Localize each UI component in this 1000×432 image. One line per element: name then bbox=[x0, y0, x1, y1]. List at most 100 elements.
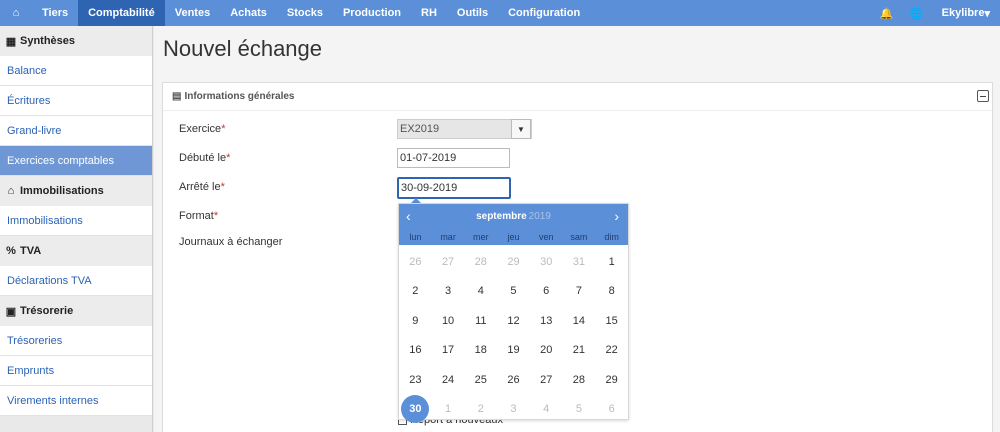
format-label: Format* bbox=[179, 210, 218, 222]
day-cell[interactable]: 17 bbox=[432, 336, 465, 366]
day-number: 23 bbox=[409, 373, 422, 386]
nav-item-ventes[interactable]: Ventes bbox=[165, 0, 220, 26]
day-cell[interactable]: 27 bbox=[432, 247, 465, 277]
day-cell[interactable]: 12 bbox=[497, 306, 530, 336]
sidebar-item-balance[interactable]: Balance bbox=[0, 56, 152, 86]
panel-header: ▤ Informations générales bbox=[163, 83, 992, 111]
user-menu[interactable]: Ekylibre ▾ bbox=[932, 0, 1000, 26]
sidebar-section-title: Synthèses bbox=[20, 35, 76, 47]
sidebar: ▦ Synthèses Balance Écritures Grand-livr… bbox=[0, 26, 153, 432]
day-number: 6 bbox=[543, 285, 550, 298]
nav-item-configuration[interactable]: Configuration bbox=[498, 0, 590, 26]
day-cell[interactable]: 16 bbox=[399, 336, 432, 366]
home-icon[interactable]: ⌂ bbox=[0, 0, 32, 26]
required-mark: * bbox=[226, 152, 231, 164]
day-cell[interactable]: 4 bbox=[464, 277, 497, 307]
nav-item-achats[interactable]: Achats bbox=[220, 0, 277, 26]
day-cell[interactable]: 31 bbox=[563, 247, 596, 277]
collapse-button[interactable] bbox=[977, 90, 989, 102]
day-cell[interactable]: 14 bbox=[563, 306, 596, 336]
nav-item-outils[interactable]: Outils bbox=[447, 0, 498, 26]
day-cell[interactable]: 10 bbox=[432, 306, 465, 336]
day-number: 4 bbox=[543, 403, 550, 416]
sidebar-item-grand-livre[interactable]: Grand-livre bbox=[0, 116, 152, 146]
day-cell[interactable]: 3 bbox=[497, 395, 530, 425]
dropdown-arrow-icon[interactable]: ▼ bbox=[511, 119, 531, 139]
day-number: 15 bbox=[605, 314, 618, 327]
day-cell[interactable]: 20 bbox=[530, 336, 563, 366]
sidebar-item-virements-internes[interactable]: Virements internes bbox=[0, 386, 152, 416]
day-cell[interactable]: 1 bbox=[432, 395, 465, 425]
minus-icon bbox=[980, 95, 986, 97]
arrete-date-input[interactable]: 30-09-2019 bbox=[397, 177, 511, 199]
book-icon: ▤ bbox=[172, 91, 182, 102]
day-cell-selected[interactable]: 30 bbox=[399, 395, 432, 425]
exercice-select[interactable]: EX2019 ▼ bbox=[397, 119, 532, 139]
exercice-value: EX2019 bbox=[400, 123, 440, 135]
day-cell[interactable]: 26 bbox=[497, 365, 530, 395]
day-cell[interactable]: 7 bbox=[563, 277, 596, 307]
nav-item-comptabilite[interactable]: Comptabilité bbox=[78, 0, 165, 26]
day-number: 22 bbox=[605, 344, 618, 357]
day-number: 16 bbox=[409, 344, 422, 357]
day-cell[interactable]: 27 bbox=[530, 365, 563, 395]
sidebar-item-tresoreries[interactable]: Trésoreries bbox=[0, 326, 152, 356]
day-cell[interactable]: 13 bbox=[530, 306, 563, 336]
day-cell[interactable]: 19 bbox=[497, 336, 530, 366]
chevron-right-icon[interactable]: › bbox=[614, 208, 619, 224]
day-number: 5 bbox=[575, 403, 582, 416]
day-number: 26 bbox=[507, 373, 520, 386]
day-cell[interactable]: 1 bbox=[595, 247, 628, 277]
nav-item-stocks[interactable]: Stocks bbox=[277, 0, 333, 26]
day-cell[interactable]: 29 bbox=[497, 247, 530, 277]
day-cell[interactable]: 25 bbox=[464, 365, 497, 395]
day-number: 2 bbox=[477, 403, 484, 416]
day-cell[interactable]: 29 bbox=[595, 365, 628, 395]
day-cell[interactable]: 5 bbox=[563, 395, 596, 425]
day-cell[interactable]: 22 bbox=[595, 336, 628, 366]
day-cell[interactable]: 24 bbox=[432, 365, 465, 395]
debut-label-text: Débuté le bbox=[179, 152, 227, 164]
user-name: Ekylibre bbox=[941, 7, 985, 19]
day-cell[interactable]: 6 bbox=[530, 277, 563, 307]
day-cell[interactable]: 28 bbox=[563, 365, 596, 395]
bell-icon[interactable]: 🔔 bbox=[872, 0, 902, 26]
sidebar-item-immobilisations[interactable]: Immobilisations bbox=[0, 206, 152, 236]
day-cell[interactable]: 26 bbox=[399, 247, 432, 277]
day-number: 21 bbox=[572, 344, 586, 357]
day-cell[interactable]: 9 bbox=[399, 306, 432, 336]
nav-right-group: 🔔 🌐 Ekylibre ▾ bbox=[872, 0, 1000, 26]
nav-item-production[interactable]: Production bbox=[333, 0, 411, 26]
sidebar-item-exercices-comptables[interactable]: Exercices comptables bbox=[0, 146, 152, 176]
day-cell[interactable]: 28 bbox=[464, 247, 497, 277]
day-cell[interactable]: 8 bbox=[595, 277, 628, 307]
day-number: 9 bbox=[412, 314, 419, 327]
day-cell[interactable]: 3 bbox=[432, 277, 465, 307]
day-cell[interactable]: 6 bbox=[595, 395, 628, 425]
day-cell[interactable]: 30 bbox=[530, 247, 563, 277]
datepicker-year[interactable]: 2019 bbox=[529, 211, 551, 222]
nav-item-rh[interactable]: RH bbox=[411, 0, 447, 26]
day-cell[interactable]: 21 bbox=[563, 336, 596, 366]
day-cell[interactable]: 2 bbox=[464, 395, 497, 425]
money-icon: ▣ bbox=[5, 305, 17, 318]
day-cell[interactable]: 15 bbox=[595, 306, 628, 336]
day-cell[interactable]: 18 bbox=[464, 336, 497, 366]
day-cell[interactable]: 5 bbox=[497, 277, 530, 307]
datepicker-month[interactable]: septembre bbox=[476, 211, 527, 222]
day-number: 20 bbox=[540, 344, 553, 357]
day-cell[interactable]: 2 bbox=[399, 277, 432, 307]
globe-icon[interactable]: 🌐 bbox=[902, 0, 932, 26]
weekday-label: jeu bbox=[507, 232, 520, 242]
sidebar-item-ecritures[interactable]: Écritures bbox=[0, 86, 152, 116]
day-number: 3 bbox=[510, 403, 517, 416]
day-cell[interactable]: 4 bbox=[530, 395, 563, 425]
sidebar-item-declarations-tva[interactable]: Déclarations TVA bbox=[0, 266, 152, 296]
day-cell[interactable]: 23 bbox=[399, 365, 432, 395]
nav-item-tiers[interactable]: Tiers bbox=[32, 0, 78, 26]
arrete-value: 30-09-2019 bbox=[401, 182, 458, 194]
sidebar-item-emprunts[interactable]: Emprunts bbox=[0, 356, 152, 386]
chevron-left-icon[interactable]: ‹ bbox=[406, 208, 411, 224]
debut-date-input[interactable]: 01-07-2019 bbox=[397, 148, 510, 168]
day-cell[interactable]: 11 bbox=[464, 306, 497, 336]
